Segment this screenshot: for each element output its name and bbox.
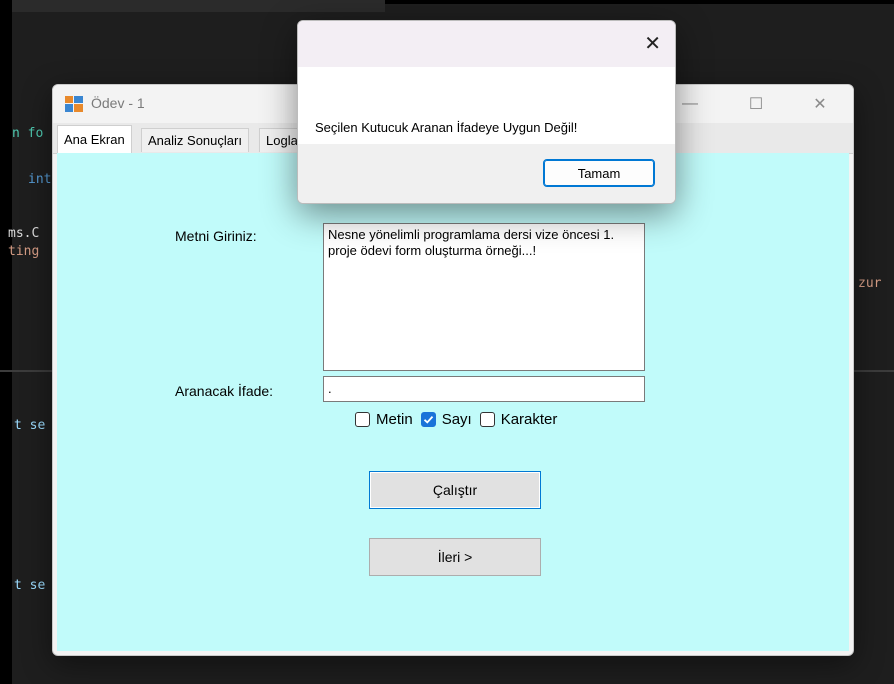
close-button[interactable]: ✕ bbox=[797, 90, 843, 118]
code-fragment: t se bbox=[14, 418, 46, 433]
dialog-close-icon[interactable]: ✕ bbox=[644, 31, 661, 56]
code-fragment: t se bbox=[14, 578, 46, 593]
dialog-titlebar[interactable]: ✕ bbox=[298, 21, 675, 67]
text-input-area[interactable]: Nesne yönelimli programlama dersi vize ö… bbox=[323, 223, 645, 371]
checkbox-sayi-label[interactable]: Sayı bbox=[442, 411, 472, 428]
editor-top-strip-dark bbox=[385, 0, 894, 4]
checkbox-metin[interactable] bbox=[355, 412, 370, 427]
text-input-label: Metni Giriniz: bbox=[175, 228, 257, 244]
run-button[interactable]: Çalıştır bbox=[369, 471, 541, 509]
code-fragment: int bbox=[28, 172, 52, 187]
checkbox-karakter-label[interactable]: Karakter bbox=[501, 411, 558, 428]
code-fragment: ting bbox=[8, 244, 40, 259]
search-input[interactable]: . bbox=[323, 376, 645, 402]
dialog-message: Seçilen Kutucuk Aranan İfadeye Uygun Değ… bbox=[315, 120, 578, 135]
code-fragment: ms.C bbox=[8, 226, 40, 241]
editor-top-strip bbox=[0, 0, 385, 12]
code-fragment: zur bbox=[858, 276, 882, 291]
minimize-icon: — bbox=[682, 95, 698, 112]
window-title: Ödev - 1 bbox=[91, 95, 145, 111]
tab-analiz-sonuclari[interactable]: Analiz Sonuçları bbox=[141, 128, 249, 152]
tab-content-panel: Metni Giriniz: Nesne yönelimli programla… bbox=[57, 153, 849, 651]
search-input-label: Aranacak İfade: bbox=[175, 383, 274, 399]
message-dialog: ✕ Seçilen Kutucuk Aranan İfadeye Uygun D… bbox=[297, 20, 676, 204]
maximize-icon: ☐ bbox=[748, 96, 764, 113]
close-icon: ✕ bbox=[813, 96, 827, 113]
checkbox-metin-label[interactable]: Metin bbox=[376, 411, 413, 428]
maximize-button[interactable]: ☐ bbox=[733, 90, 779, 118]
checkbox-karakter[interactable] bbox=[479, 412, 495, 427]
editor-left-bar bbox=[0, 0, 12, 684]
next-button[interactable]: İleri > bbox=[369, 538, 541, 576]
code-fragment: n fo bbox=[12, 126, 44, 141]
checkbox-group: Metin Sayı Karakter bbox=[355, 411, 565, 428]
app-icon bbox=[65, 96, 83, 112]
tab-ana-ekran[interactable]: Ana Ekran bbox=[57, 125, 132, 153]
dialog-ok-button[interactable]: Tamam bbox=[543, 159, 655, 187]
checkmark-icon bbox=[423, 415, 433, 424]
checkbox-sayi[interactable] bbox=[420, 412, 436, 427]
